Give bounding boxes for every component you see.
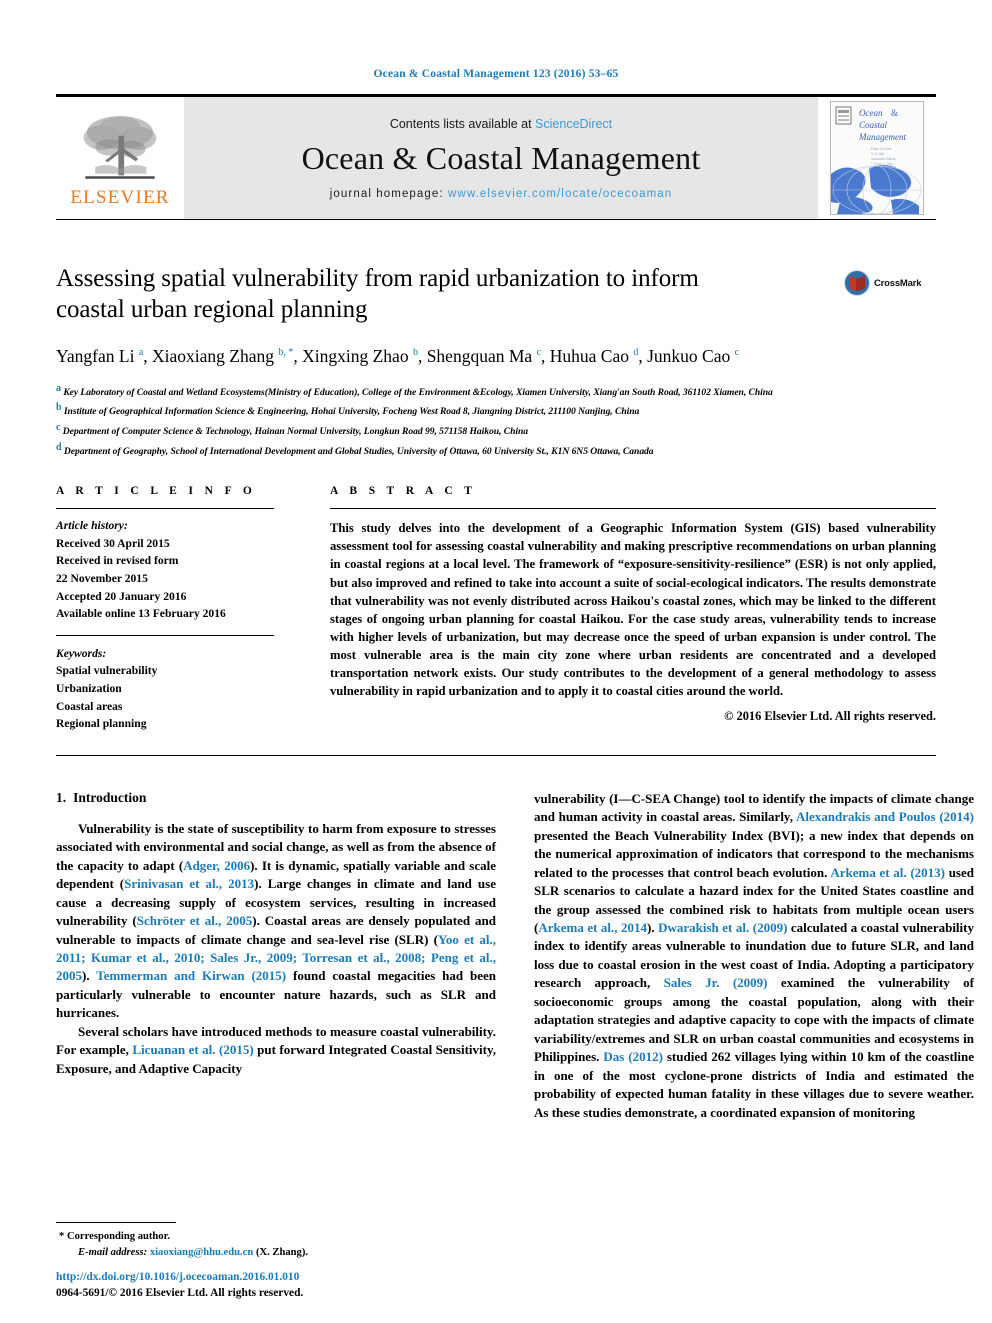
elsevier-wordmark: ELSEVIER bbox=[70, 187, 170, 208]
title-block: CrossMark Assessing spatial vulnerabilit… bbox=[56, 264, 936, 459]
keywords-label: Keywords: bbox=[56, 646, 107, 660]
abstract-column: A B S T R A C T This study delves into t… bbox=[330, 485, 936, 733]
section-divider bbox=[56, 754, 936, 756]
corresponding-marker: * bbox=[59, 1231, 65, 1243]
issn-copyright-line: 0964-5691/© 2016 Elsevier Ltd. All right… bbox=[56, 1286, 304, 1299]
email-label: E-mail address: bbox=[78, 1247, 148, 1259]
footnote-block: * Corresponding author. E-mail address: … bbox=[56, 1222, 496, 1261]
article-history-label: Article history: bbox=[56, 519, 128, 533]
svg-text:Management: Management bbox=[858, 132, 906, 142]
abstract-copyright: © 2016 Elsevier Ltd. All rights reserved… bbox=[724, 709, 936, 724]
affiliation-marker-a: a bbox=[56, 382, 61, 394]
article-page: Ocean & Coastal Management 123 (2016) 53… bbox=[0, 0, 992, 1323]
svg-text:V. N. Attri: V. N. Attri bbox=[871, 152, 884, 156]
article-info-heading: A R T I C L E I N F O bbox=[56, 485, 257, 498]
history-item: Received in revised form bbox=[56, 554, 179, 568]
affiliation-marker-c: c bbox=[56, 422, 61, 433]
email-link[interactable]: xiaoxiang@hhu.edu.cn bbox=[150, 1247, 253, 1258]
svg-text:Ocean: Ocean bbox=[859, 108, 883, 118]
affiliation-d: d Department of Geography, School of Int… bbox=[56, 440, 936, 460]
paragraph: vulnerability (I—C-SEA Change) tool to i… bbox=[534, 790, 975, 1120]
email-suffix: (X. Zhang). bbox=[255, 1247, 309, 1259]
affiliation-text-d: Department of Geography, School of Inter… bbox=[63, 445, 654, 457]
affiliation-a: a Key Laboratory of Coastal and Wetland … bbox=[56, 381, 936, 401]
affiliation-c: c Department of Computer Science & Techn… bbox=[56, 420, 936, 440]
page-title: Assessing spatial vulnerability from rap… bbox=[56, 265, 699, 323]
journal-title: Ocean & Coastal Management bbox=[301, 139, 701, 176]
contents-available-line: Contents lists available at ScienceDirec… bbox=[390, 117, 612, 131]
keyword-item: Coastal areas bbox=[56, 699, 123, 713]
info-abstract-section: A R T I C L E I N F O Article history: R… bbox=[56, 485, 936, 733]
affiliation-text-a: Key Laboratory of Coastal and Wetland Ec… bbox=[63, 387, 773, 399]
author-list: Yangfan Li a, Xiaoxiang Zhang b, *, Xing… bbox=[56, 346, 740, 366]
doi-link[interactable]: http://dx.doi.org/10.1016/j.ocecoaman.20… bbox=[56, 1269, 496, 1285]
paragraph: Several scholars have introduced methods… bbox=[56, 1023, 496, 1076]
corresponding-label: Corresponding author. bbox=[66, 1231, 170, 1243]
keyword-item: Urbanization bbox=[56, 682, 122, 696]
history-item: Received 30 April 2015 bbox=[56, 536, 170, 550]
journal-cover-thumbnail: Ocean & Coastal Management Editor-in-Chi… bbox=[830, 101, 924, 215]
elsevier-logo: ELSEVIER bbox=[56, 97, 184, 219]
introduction-section: 1. Introduction Vulnerability is the stat… bbox=[56, 790, 974, 1122]
journal-homepage-link[interactable]: www.elsevier.com/locate/ocecoaman bbox=[448, 188, 672, 200]
body-column-left: 1. Introduction Vulnerability is the stat… bbox=[56, 790, 496, 1122]
history-item: Accepted 20 January 2016 bbox=[56, 589, 187, 603]
abstract-text: This study delves into the development o… bbox=[330, 521, 936, 699]
svg-text:Editor-in-Chief: Editor-in-Chief bbox=[871, 147, 891, 151]
running-head: Ocean & Coastal Management 123 (2016) 53… bbox=[373, 68, 619, 80]
email-line: E-mail address: xiaoxiang@hhu.edu.cn (X.… bbox=[56, 1245, 496, 1261]
affiliation-list: a Key Laboratory of Coastal and Wetland … bbox=[56, 381, 936, 459]
crossmark-icon bbox=[844, 270, 870, 296]
paragraph: Vulnerability is the state of susceptibi… bbox=[56, 820, 496, 1021]
sciencedirect-link[interactable]: ScienceDirect bbox=[535, 117, 612, 131]
journal-masthead: ELSEVIER Contents lists available at Sci… bbox=[56, 94, 936, 220]
keyword-item: Regional planning bbox=[56, 717, 147, 731]
footnote-rule bbox=[56, 1222, 176, 1224]
svg-text:&: & bbox=[891, 108, 898, 118]
affiliation-marker-d: d bbox=[56, 441, 62, 453]
section-title: Introduction bbox=[73, 789, 147, 805]
crossmark-badge[interactable]: CrossMark bbox=[844, 270, 936, 296]
svg-text:Associate Editors: Associate Editors bbox=[871, 157, 896, 161]
affiliation-marker-b: b bbox=[56, 402, 62, 414]
elsevier-tree-icon bbox=[83, 115, 157, 179]
article-history-block: Article history: Received 30 April 2015 … bbox=[56, 509, 274, 623]
affiliation-b: b Institute of Geographical Information … bbox=[56, 400, 936, 420]
abstract-heading: A B S T R A C T bbox=[330, 485, 477, 498]
journal-cover-image: Ocean & Coastal Management Editor-in-Chi… bbox=[831, 102, 923, 214]
svg-text:Coastal: Coastal bbox=[859, 120, 888, 130]
masthead-right: Ocean & Coastal Management Editor-in-Chi… bbox=[818, 97, 936, 219]
affiliation-text-c: Department of Computer Science & Technol… bbox=[62, 426, 529, 438]
history-item: 22 November 2015 bbox=[56, 571, 148, 585]
body-column-right: vulnerability (I—C-SEA Change) tool to i… bbox=[534, 790, 974, 1122]
keywords-block: Keywords: Spatial vulnerability Urbaniza… bbox=[56, 634, 274, 733]
article-info-column: A R T I C L E I N F O Article history: R… bbox=[56, 485, 274, 733]
section-heading-introduction: 1. Introduction bbox=[56, 790, 496, 806]
masthead-center: Contents lists available at ScienceDirec… bbox=[184, 97, 818, 219]
journal-homepage-line: journal homepage: www.elsevier.com/locat… bbox=[330, 188, 673, 200]
keyword-item: Spatial vulnerability bbox=[56, 664, 158, 678]
history-item: Available online 13 February 2016 bbox=[56, 607, 226, 621]
contents-prefix: Contents lists available at bbox=[389, 116, 536, 131]
crossmark-label: CrossMark bbox=[874, 277, 922, 289]
section-number: 1. bbox=[56, 789, 67, 805]
affiliation-text-b: Institute of Geographical Information Sc… bbox=[63, 406, 640, 418]
doi-block: http://dx.doi.org/10.1016/j.ocecoaman.20… bbox=[56, 1269, 496, 1301]
homepage-prefix: journal homepage: bbox=[329, 187, 449, 200]
corresponding-author-line: * Corresponding author. bbox=[56, 1229, 496, 1245]
